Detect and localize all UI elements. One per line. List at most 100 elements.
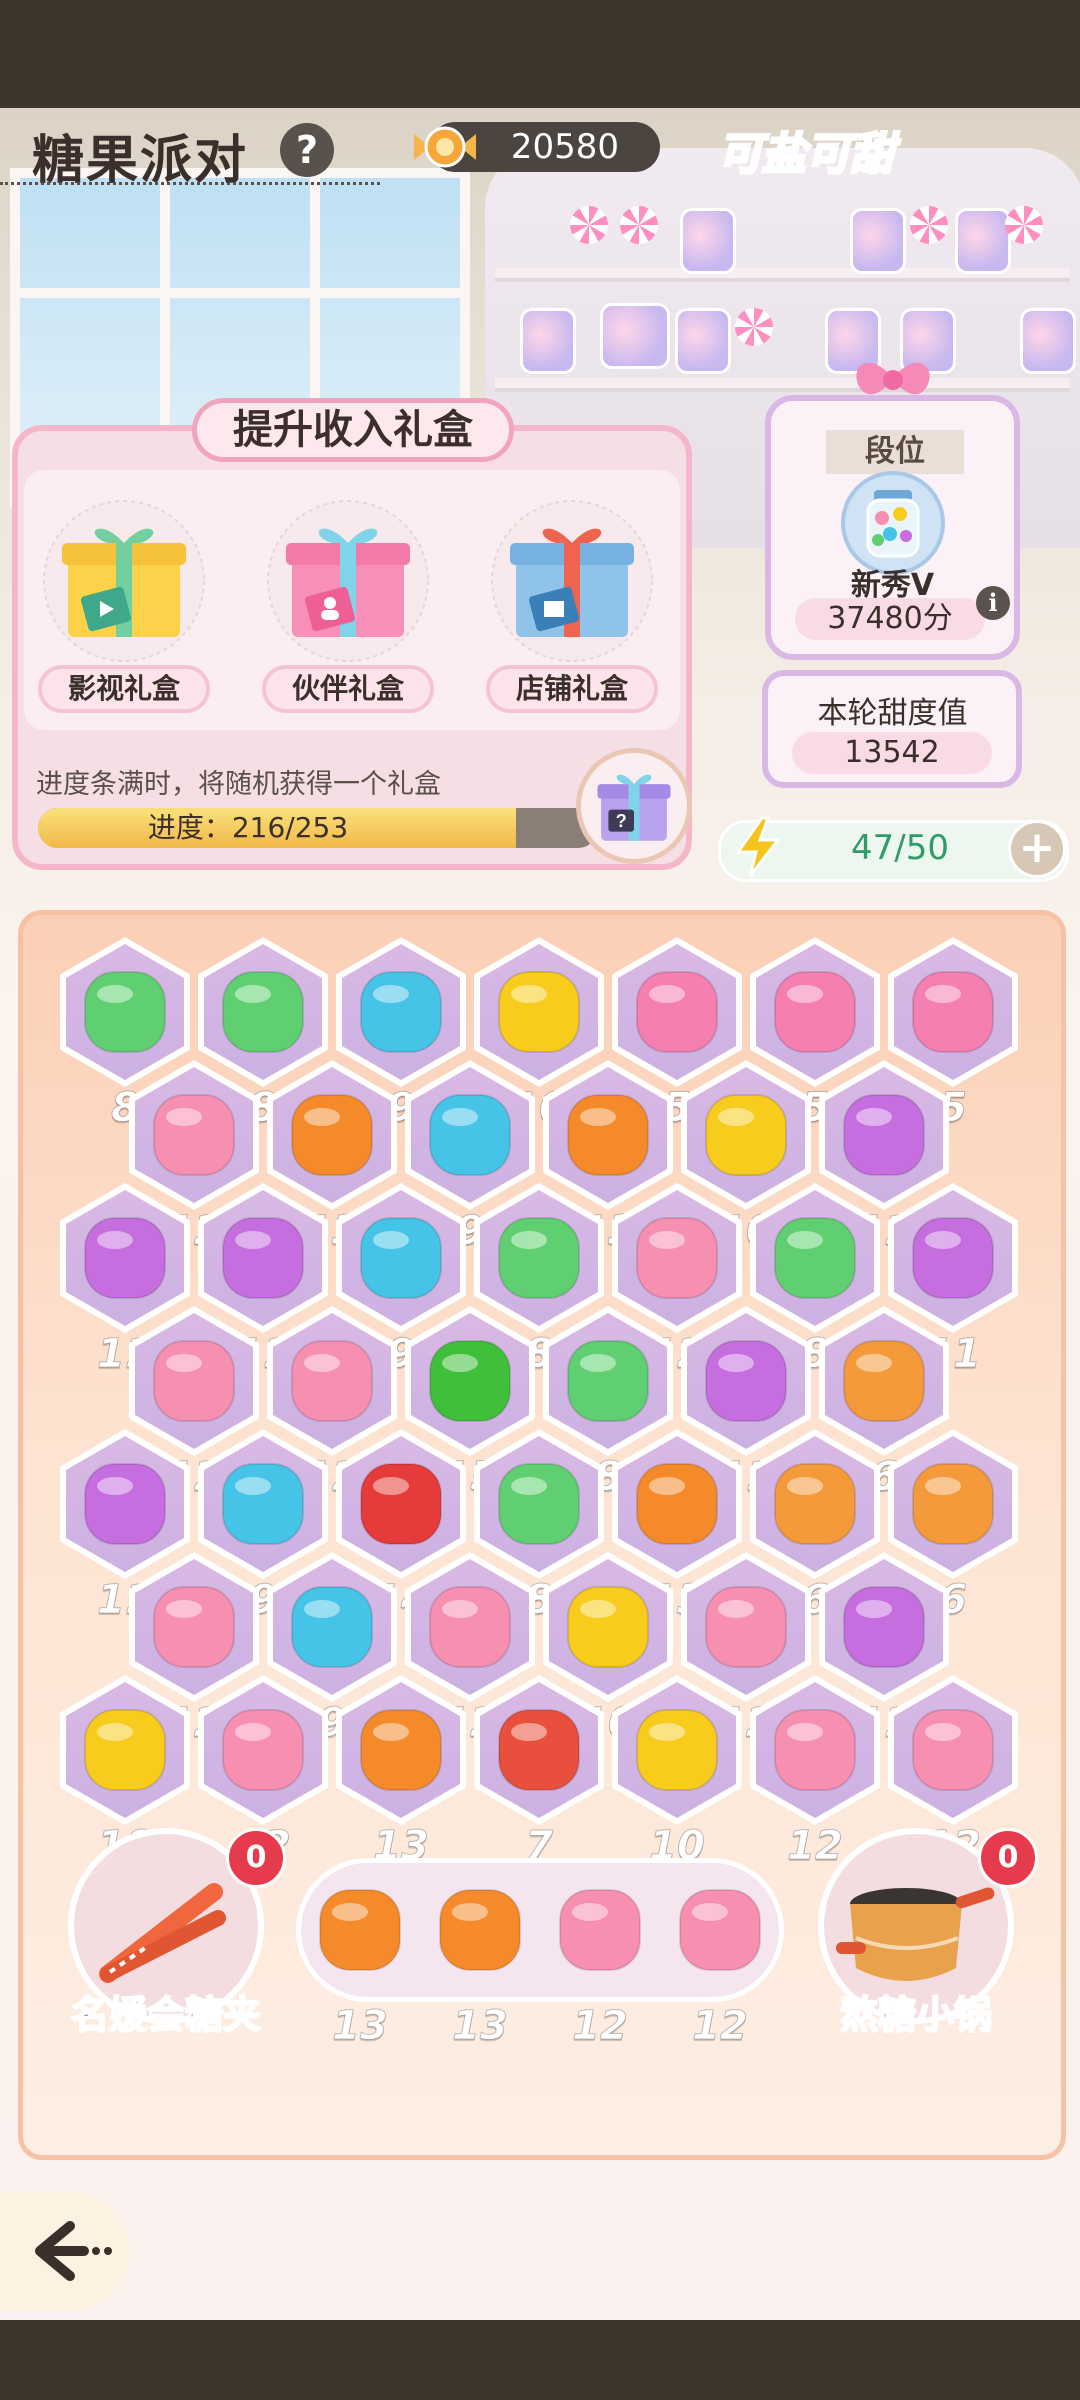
board-candy[interactable]: 11	[838, 1581, 930, 1747]
progress-hint: 进度条满时，将随机获得一个礼盒	[36, 769, 441, 800]
candy-icon	[84, 971, 166, 1053]
board-candy[interactable]: 14	[355, 1458, 447, 1624]
board-candy[interactable]: 9	[424, 1089, 516, 1255]
board-candy[interactable]: 8	[562, 1335, 654, 1501]
board-candy[interactable]: 9	[217, 1458, 309, 1624]
board-candy[interactable]: 12	[907, 1704, 999, 1870]
candy-icon	[912, 1709, 994, 1791]
candy-icon	[567, 1340, 649, 1422]
candy-icon	[705, 1586, 787, 1668]
cooking-pot-label[interactable]: 熬糖小锅	[786, 1984, 1046, 2039]
energy-value: 47/50	[851, 828, 949, 868]
film-gift-label[interactable]: 影视礼盒	[38, 665, 210, 713]
tray-candy[interactable]: 13	[314, 1884, 406, 2050]
tongs-count-badge: 0	[226, 1828, 286, 1888]
board-candy[interactable]: 11	[700, 1335, 792, 1501]
candy-icon	[559, 1889, 641, 1971]
candy-icon	[498, 1463, 580, 1545]
board-candy[interactable]: 12	[217, 1704, 309, 1870]
board-candy[interactable]: 9	[286, 1581, 378, 1747]
board-candy[interactable]: 13	[562, 1089, 654, 1255]
board-candy[interactable]: 12	[424, 1581, 516, 1747]
mystery-gift-icon[interactable]: ?	[576, 748, 692, 864]
board-candy[interactable]: 5	[907, 966, 999, 1132]
candy-icon	[153, 1586, 235, 1668]
back-arrow-icon	[35, 2221, 112, 2281]
board-candy[interactable]: 10	[631, 1704, 723, 1870]
board-candy[interactable]: 6	[838, 1335, 930, 1501]
board-candy[interactable]: 9	[355, 966, 447, 1132]
board-candy[interactable]: 10	[79, 1704, 171, 1870]
candy-icon	[705, 1340, 787, 1422]
gift-panel-title: 提升收入礼盒	[192, 398, 514, 462]
tray-candy[interactable]: 12	[674, 1884, 766, 2050]
rank-score: 37480分	[795, 598, 985, 640]
pot-count-badge: 0	[978, 1828, 1038, 1888]
board-candy[interactable]: 13	[286, 1089, 378, 1255]
candy-tongs-label[interactable]: 名媛会糖夹	[36, 1984, 296, 2039]
board-candy[interactable]: 6	[769, 1458, 861, 1624]
add-energy-button[interactable]: +	[1008, 820, 1066, 878]
board-candy[interactable]: 12	[148, 1089, 240, 1255]
board-candy[interactable]: 6	[907, 1458, 999, 1624]
candy-icon	[498, 971, 580, 1053]
film-gift-icon[interactable]	[38, 495, 210, 667]
board-candy[interactable]: 11	[907, 1212, 999, 1378]
board-candy[interactable]: 11	[838, 1089, 930, 1255]
board-candy[interactable]: 12	[286, 1335, 378, 1501]
board-candy[interactable]: 12	[631, 1212, 723, 1378]
partner-gift-label[interactable]: 伙伴礼盒	[262, 665, 434, 713]
board-candy[interactable]: 5	[631, 966, 723, 1132]
tray-candy[interactable]: 13	[434, 1884, 526, 2050]
candy-value: 12	[692, 2003, 749, 2050]
board-candy[interactable]: 10	[562, 1581, 654, 1747]
candy-count: 20580	[510, 127, 620, 167]
board-candy[interactable]: 11	[79, 1458, 171, 1624]
board-candy[interactable]: 12	[700, 1581, 792, 1747]
board-candy[interactable]: 11	[217, 1212, 309, 1378]
candy-icon	[429, 1586, 511, 1668]
candy-icon	[636, 1709, 718, 1791]
board-candy[interactable]: 12	[148, 1335, 240, 1501]
top-status-bar	[0, 0, 1080, 108]
gift-progress-label: 进度：216/253	[147, 811, 349, 844]
candy-icon	[153, 1094, 235, 1176]
board-candy[interactable]: 9	[355, 1212, 447, 1378]
candy-icon	[84, 1463, 166, 1545]
partner-gift-icon[interactable]	[262, 495, 434, 667]
candy-icon	[319, 1889, 401, 1971]
candy-icon	[222, 1217, 304, 1299]
board-candy[interactable]: 8	[493, 1458, 585, 1624]
board-candy[interactable]: 8	[217, 966, 309, 1132]
tray-candy[interactable]: 12	[554, 1884, 646, 2050]
board-candy[interactable]: 8	[79, 966, 171, 1132]
board-candy[interactable]: 12	[769, 1704, 861, 1870]
board-candy[interactable]: 15	[424, 1335, 516, 1501]
board-candy[interactable]: 10	[700, 1089, 792, 1255]
board-candy[interactable]: 8	[769, 1212, 861, 1378]
candy-icon	[774, 1709, 856, 1791]
candy-icon	[774, 971, 856, 1053]
candy-icon	[774, 1217, 856, 1299]
rank-info-button[interactable]: i	[976, 586, 1010, 620]
candy-icon	[774, 1463, 856, 1545]
board-candy[interactable]: 7	[493, 1704, 585, 1870]
candy-icon	[912, 1463, 994, 1545]
board-candy[interactable]: 11	[79, 1212, 171, 1378]
candy-icon	[222, 1463, 304, 1545]
board-candy[interactable]: 5	[769, 966, 861, 1132]
board-candy[interactable]: 13	[631, 1458, 723, 1624]
board-candy[interactable]: 8	[493, 1212, 585, 1378]
help-button[interactable]: ?	[280, 123, 334, 177]
candy-icon	[291, 1094, 373, 1176]
candy-icon	[291, 1586, 373, 1668]
board-candy[interactable]: 10	[493, 966, 585, 1132]
shop-gift-label[interactable]: 店铺礼盒	[486, 665, 658, 713]
cooking-pot-icon	[836, 1887, 995, 1981]
board-candy[interactable]: 13	[355, 1704, 447, 1870]
board-candy[interactable]: 12	[148, 1581, 240, 1747]
candy-icon	[843, 1340, 925, 1422]
shop-gift-icon[interactable]	[486, 495, 658, 667]
candy-icon	[222, 971, 304, 1053]
game-logo: 可盐可甜	[717, 128, 896, 182]
